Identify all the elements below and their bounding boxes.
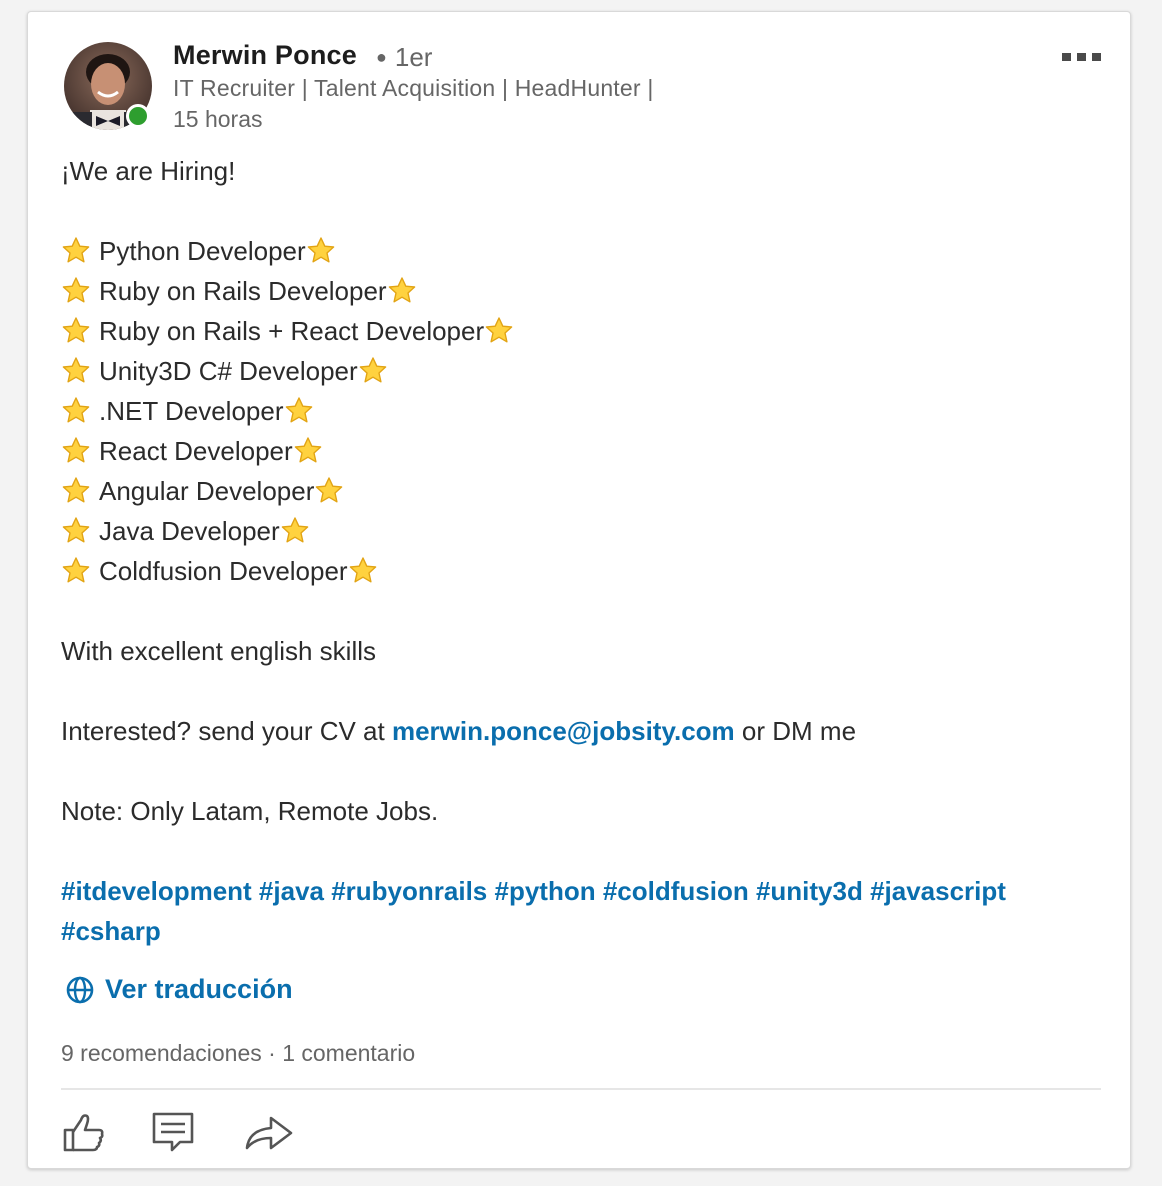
role-item: Java Developer [61, 511, 1111, 551]
skills-line: With excellent english skills [61, 636, 377, 666]
post-body: ¡We are Hiring! Python Developer Ruby on … [61, 151, 1111, 951]
comment-button[interactable] [150, 1108, 202, 1156]
star-icon [62, 397, 90, 423]
more-dot-icon [1062, 53, 1071, 61]
contact-line: Interested? send your CV at merwin.ponce… [61, 711, 1111, 751]
role-label: Angular Developer [99, 476, 315, 506]
star-icon [62, 517, 90, 543]
more-dot-icon [1077, 53, 1086, 61]
thumbs-up-icon [63, 1114, 104, 1152]
role-label: .NET Developer [99, 396, 284, 426]
role-item: Ruby on Rails + React Developer [61, 311, 1111, 351]
feed-page: Merwin Ponce ● 1er IT Recruiter | Talent … [0, 0, 1162, 1186]
star-icon [62, 277, 90, 303]
hashtags-line-1[interactable]: #itdevelopment #java #rubyonrails #pytho… [61, 871, 1111, 911]
comments-count[interactable]: 1 comentario [282, 1040, 415, 1066]
post-intro: ¡We are Hiring! [61, 156, 236, 186]
role-item: React Developer [61, 431, 1111, 471]
more-options-button[interactable] [1062, 50, 1106, 64]
role-label: Ruby on Rails + React Developer [99, 316, 485, 346]
star-icon [294, 437, 321, 463]
contact-prefix: Interested? send your CV at [61, 716, 392, 746]
share-icon [245, 1116, 293, 1150]
role-item: Unity3D C# Developer [61, 351, 1111, 391]
share-button[interactable] [243, 1108, 295, 1156]
star-icon [281, 517, 308, 543]
role-label: Java Developer [99, 516, 280, 546]
star-icon [485, 317, 513, 343]
like-button[interactable] [61, 1108, 113, 1156]
role-label: Coldfusion Developer [99, 556, 348, 586]
likes-count[interactable]: 9 recomendaciones [61, 1040, 262, 1066]
star-icon [285, 397, 312, 423]
email-link[interactable]: merwin.ponce@jobsity.com [392, 716, 735, 746]
roles-list: Python Developer Ruby on Rails Developer R… [61, 231, 1111, 591]
actions-divider [61, 1088, 1101, 1090]
contact-suffix: or DM me [734, 716, 857, 746]
role-item: Python Developer [61, 231, 1111, 271]
degree-label: 1er [394, 42, 433, 72]
star-icon [388, 277, 415, 303]
role-label: React Developer [99, 436, 293, 466]
star-icon [62, 357, 90, 383]
star-icon [62, 437, 90, 463]
connection-degree: ● 1er [376, 42, 433, 72]
author-headline: IT Recruiter | Talent Acquisition | Head… [173, 75, 654, 101]
role-item: Ruby on Rails Developer [61, 271, 1111, 311]
social-counts: 9 recomendaciones · 1 comentario [61, 1040, 415, 1067]
globe-icon [66, 976, 94, 1003]
role-label: Ruby on Rails Developer [99, 276, 387, 306]
star-icon [62, 477, 90, 503]
star-icon [359, 357, 386, 383]
post-timestamp: 15 horas [173, 106, 263, 132]
see-translation-button[interactable]: Ver traducción [65, 974, 293, 1005]
star-icon [62, 317, 90, 343]
see-translation-label: Ver traducción [105, 974, 293, 1004]
note-line: Note: Only Latam, Remote Jobs. [61, 796, 439, 826]
post-card: Merwin Ponce ● 1er IT Recruiter | Talent … [27, 11, 1131, 1169]
hashtags-line-2[interactable]: #csharp [61, 911, 1111, 951]
comment-icon [152, 1112, 194, 1152]
star-icon [316, 477, 343, 503]
star-icon [62, 557, 90, 583]
star-icon [307, 237, 334, 263]
role-label: Unity3D C# Developer [99, 356, 358, 386]
author-name[interactable]: Merwin Ponce [173, 40, 357, 71]
counts-separator: · [268, 1040, 276, 1066]
more-dot-icon [1092, 53, 1101, 61]
role-item: .NET Developer [61, 391, 1111, 431]
role-item: Coldfusion Developer [61, 551, 1111, 591]
online-status-indicator [126, 104, 150, 128]
role-label: Python Developer [99, 236, 306, 266]
star-icon [62, 237, 90, 263]
star-icon [349, 557, 376, 583]
role-item: Angular Developer [61, 471, 1111, 511]
